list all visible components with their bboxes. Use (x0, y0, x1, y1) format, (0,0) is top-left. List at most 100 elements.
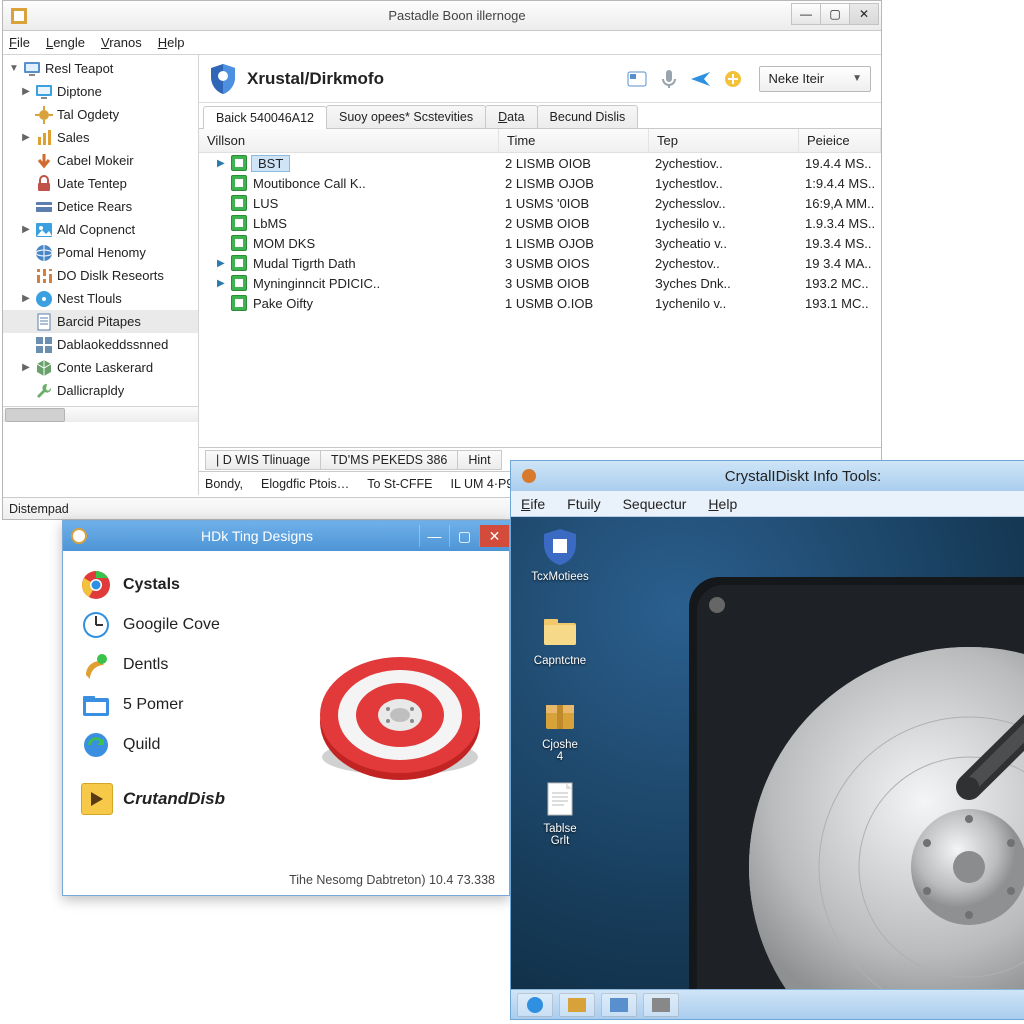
tree-root[interactable]: ▼ Resl Teapot (3, 57, 198, 80)
close-button[interactable]: ✕ (479, 525, 509, 547)
desktop-icon[interactable]: TcxMotiees (525, 527, 595, 583)
tree-item[interactable]: DO Dislk Reseorts (3, 264, 198, 287)
titlebar[interactable]: CrystalIDiskt Info Tools: (511, 461, 1024, 491)
list-body[interactable]: ▶BST2 LISMB OIOB2ychestiov..19.4.4 MS..M… (199, 153, 881, 447)
app-item[interactable]: Cystals (81, 565, 491, 605)
start-button[interactable] (517, 993, 553, 1017)
table-row[interactable]: Pake Oifty1 USMB O.IOB1ychenilo v..193.1… (199, 293, 881, 313)
disk-icon (35, 290, 53, 308)
taskbar-item[interactable] (559, 993, 595, 1017)
maximize-button[interactable]: ▢ (820, 3, 850, 25)
table-row[interactable]: Moutibonce Call K..2 LISMB OJOB1ychestlo… (199, 173, 881, 193)
tree-item[interactable]: Tal Ogdety (3, 103, 198, 126)
lower-tab[interactable]: TD'MS PEKEDS 386 (320, 450, 458, 470)
close-button[interactable]: ✕ (849, 3, 879, 25)
tab[interactable]: Baick 540046A12 (203, 106, 327, 129)
list-header: VillsonTimeTepPeieice (199, 129, 881, 153)
tree-item[interactable]: ▶Nest Tlouls (3, 287, 198, 310)
toolbar-send-icon[interactable] (688, 66, 714, 92)
table-row[interactable]: ▶Мudal Tigrth Dath3 USMB OIOS2ychestov..… (199, 253, 881, 273)
menu-lengle[interactable]: Lengle (46, 35, 85, 50)
tree-item[interactable]: Barcid Pitapes (3, 310, 198, 333)
row-icon (231, 235, 247, 251)
taskbar-item[interactable] (643, 993, 679, 1017)
minimize-button[interactable]: — (791, 3, 821, 25)
toolbar-add-icon[interactable] (720, 66, 746, 92)
shield-app-icon (540, 527, 580, 567)
tree-item-label: Detice Rears (57, 199, 132, 214)
table-row[interactable]: MOM DKS1 LISMB OJOB3ycheatio v..19.3.4 M… (199, 233, 881, 253)
tree-item[interactable]: Dallicrapldy (3, 379, 198, 402)
column-header[interactable]: Villson (199, 129, 499, 152)
folder-app-icon (81, 690, 111, 720)
sidebar-tree[interactable]: ▼ Resl Teapot ▶Diptone Tal Ogdety ▶SalesCa… (3, 55, 199, 495)
row-name: Pake Oifty (251, 296, 315, 311)
menu-help[interactable]: Help (708, 496, 737, 512)
row-name: LbMS (251, 216, 289, 231)
status-item: To St-CFFE (367, 477, 432, 491)
lower-tab[interactable]: | D WIS Tlinuage (205, 450, 321, 470)
tree-item-label: DO Dislk Reseorts (57, 268, 164, 283)
tree-item[interactable]: ▶Conte Laskerard (3, 356, 198, 379)
taskbar[interactable] (511, 989, 1024, 1019)
menu-eife[interactable]: Eife (521, 496, 545, 512)
tab[interactable]: Becund Dislis (537, 105, 639, 128)
table-row[interactable]: LbMS2 USMB OIOB1ychesilo v..1.9.3.4 MS.. (199, 213, 881, 233)
tree-item[interactable]: Dablaokeddssnned (3, 333, 198, 356)
desktop-icon[interactable]: TablseGrlt (525, 779, 595, 847)
tree-item[interactable]: Detice Rears (3, 195, 198, 218)
desktop-icon[interactable]: Cjoshe4 (525, 695, 595, 763)
card-icon (35, 198, 53, 216)
row-icon (231, 175, 247, 191)
selector-combobox[interactable]: Neke Iteir ▼ (759, 66, 871, 92)
app-label: Quild (123, 736, 160, 754)
arrow-right-icon[interactable] (81, 783, 113, 815)
row-time: 2 LISMB OJOB (499, 176, 649, 191)
tree-item[interactable]: ▶Ald Copnenct (3, 218, 198, 241)
monitor-icon (35, 83, 53, 101)
row-name: LUS (251, 196, 280, 211)
tree-item[interactable]: ▶Sales (3, 126, 198, 149)
tree-item-label: Ald Copnenct (57, 222, 135, 237)
maximize-button[interactable]: ▢ (449, 525, 479, 547)
table-row[interactable]: ▶BST2 LISMB OIOB2ychestiov..19.4.4 MS.. (199, 153, 881, 173)
harddrive-graphic (669, 557, 1024, 989)
table-row[interactable]: LUS1 USMS '0IOB2ychesslov..16:9,A MM.. (199, 193, 881, 213)
app-icon (71, 528, 87, 544)
menu-help[interactable]: Help (158, 35, 185, 50)
row-pe: 19 3.4 MA.. (799, 256, 881, 271)
tree-item[interactable]: Pomal Henomy (3, 241, 198, 264)
titlebar[interactable]: Pastadle Boon illernoge — ▢ ✕ (3, 1, 881, 31)
column-header[interactable]: Time (499, 129, 649, 152)
column-header[interactable]: Tep (649, 129, 799, 152)
menu-file[interactable]: File (9, 35, 30, 50)
window-title: HDk Ting Designs (95, 528, 419, 544)
tree-item[interactable]: Cabel Mokeir (3, 149, 198, 172)
menu-vranos[interactable]: Vranos (101, 35, 142, 50)
clock-icon (81, 610, 111, 640)
menu-ftuily[interactable]: Ftuily (567, 496, 600, 512)
table-row[interactable]: ▶Мyninginncit PDICIC..3 USMB OIOBЗyches … (199, 273, 881, 293)
desktop-area[interactable]: TcxMotiees Capntctne Cjoshe4 TablseGrlt (511, 517, 1024, 989)
status-item: IL UM 4·P9 (451, 477, 514, 491)
desktop-icon[interactable]: Capntctne (525, 611, 595, 667)
column-header[interactable]: Peieice (799, 129, 881, 152)
toolbar-mic-icon[interactable] (656, 66, 682, 92)
menu-sequectur[interactable]: Sequectur (623, 496, 687, 512)
tree-item-label: Tal Ogdety (57, 107, 119, 122)
tab[interactable]: Data (485, 105, 537, 128)
status-item: Elogdfic Ptois… (261, 477, 349, 491)
taskbar-item[interactable] (601, 993, 637, 1017)
minimize-button[interactable]: — (419, 525, 449, 547)
tree-item-label: Diptone (57, 84, 102, 99)
toolbar-card-icon[interactable] (624, 66, 650, 92)
row-icon (231, 295, 247, 311)
lower-tab[interactable]: Hint (457, 450, 501, 470)
tree-item[interactable]: ▶Diptone (3, 80, 198, 103)
row-tep: 1ychenilo v.. (649, 296, 799, 311)
tree-scrollbar[interactable] (3, 406, 198, 422)
row-time: 3 USMB OIOS (499, 256, 649, 271)
titlebar[interactable]: HDk Ting Designs — ▢ ✕ (63, 521, 509, 551)
tab[interactable]: Suoy opees* Scstevities (326, 105, 486, 128)
tree-item[interactable]: Uate Tentep (3, 172, 198, 195)
